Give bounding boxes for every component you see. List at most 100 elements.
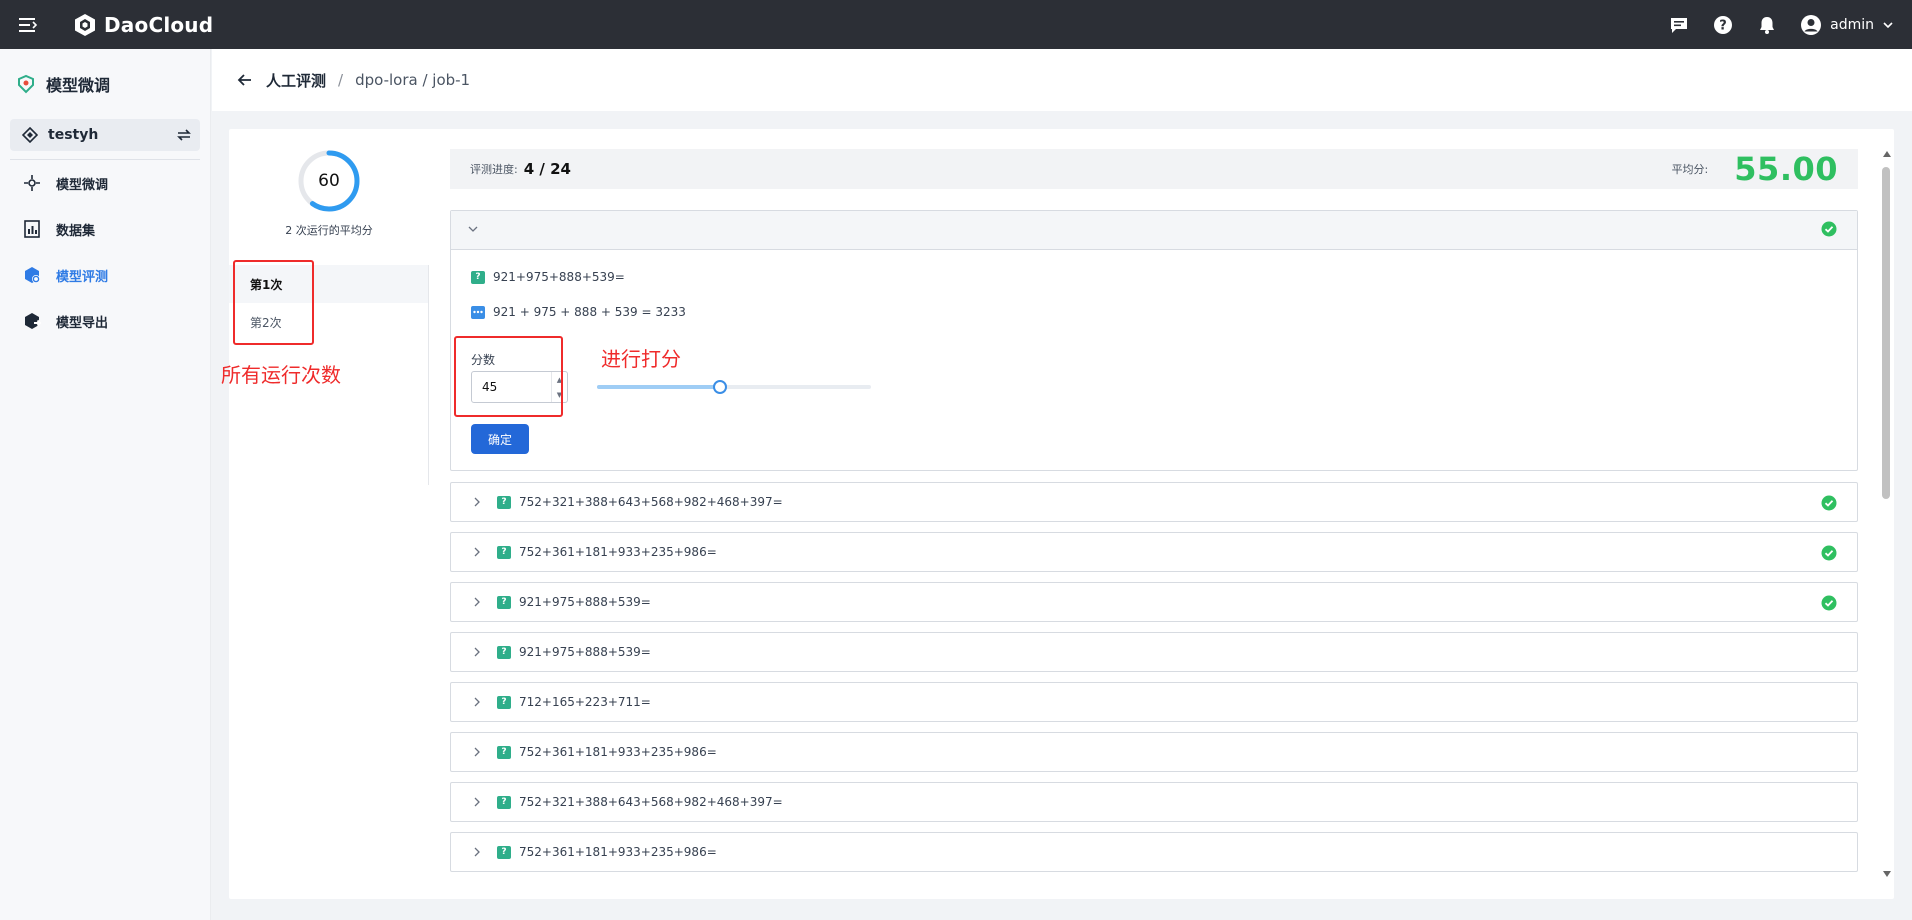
chevron-right-icon[interactable] bbox=[471, 546, 483, 558]
question-icon: ? bbox=[471, 270, 485, 284]
question-text: 752+361+181+933+235+986= bbox=[519, 845, 717, 859]
sidebar-item-evaluate[interactable]: 模型评测 bbox=[0, 252, 210, 298]
dataset-icon bbox=[24, 220, 40, 238]
question-list: ? 752+321+388+643+568+982+468+397=? 752+36… bbox=[450, 482, 1858, 882]
top-bar: DaoCloud ? admin bbox=[0, 0, 1912, 49]
workspace-name: testyh bbox=[48, 127, 99, 143]
progress-value: 4 / 24 bbox=[523, 160, 571, 178]
finetune-icon bbox=[24, 175, 40, 191]
avatar-icon bbox=[1801, 14, 1822, 35]
question-row[interactable]: ? 752+321+388+643+568+982+468+397= bbox=[450, 782, 1858, 822]
question-row[interactable]: ? 752+361+181+933+235+986= bbox=[450, 732, 1858, 772]
question-row[interactable]: ? 921+975+888+539= bbox=[450, 632, 1858, 672]
score-slider[interactable] bbox=[597, 380, 871, 394]
gauge-value: 60 bbox=[318, 171, 340, 191]
question-icon: ? bbox=[497, 645, 511, 659]
average-label: 平均分: bbox=[1671, 163, 1709, 176]
question-text: 921+975+888+539= bbox=[519, 595, 651, 609]
workspace-selector[interactable]: testyh bbox=[10, 119, 200, 151]
question-icon: ? bbox=[497, 495, 511, 509]
question-line: ? 921+975+888+539= bbox=[471, 270, 625, 284]
question-text: 921+975+888+539= bbox=[519, 645, 651, 659]
breadcrumb-separator: / bbox=[338, 71, 344, 89]
bell-icon[interactable] bbox=[1756, 14, 1778, 36]
svg-text:?: ? bbox=[1719, 18, 1727, 33]
question-icon: ? bbox=[497, 845, 511, 859]
expanded-item-header[interactable] bbox=[451, 211, 1857, 250]
check-circle-icon bbox=[1821, 495, 1837, 511]
score-highlight-box bbox=[454, 336, 563, 417]
question-icon: ? bbox=[497, 795, 511, 809]
sidebar-title: 模型微调 bbox=[0, 49, 210, 119]
finetune-module-icon bbox=[18, 74, 34, 94]
slider-fill bbox=[597, 385, 721, 389]
answer-icon bbox=[471, 305, 485, 319]
check-circle-icon bbox=[1821, 595, 1837, 611]
username: admin bbox=[1830, 16, 1874, 33]
export-icon bbox=[25, 313, 42, 329]
logo-text: DaoCloud bbox=[104, 12, 214, 37]
runs-annotation: 所有运行次数 bbox=[221, 363, 341, 387]
breadcrumb-root[interactable]: 人工评测 bbox=[266, 70, 326, 91]
question-line: ? 712+165+223+711= bbox=[497, 695, 651, 709]
sidebar-item-dataset[interactable]: 数据集 bbox=[0, 206, 210, 252]
help-icon[interactable]: ? bbox=[1712, 14, 1734, 36]
sidebar-item-finetune[interactable]: 模型微调 bbox=[0, 160, 210, 206]
average-score: 55.00 bbox=[1734, 150, 1838, 188]
expanded-question-item: ? 921+975+888+539= 921 + 975 + 888 + 539… bbox=[450, 210, 1858, 471]
question-line: ? 752+361+181+933+235+986= bbox=[497, 545, 717, 559]
chevron-down-icon bbox=[1883, 21, 1893, 28]
sidebar-item-export[interactable]: 模型导出 bbox=[0, 298, 210, 344]
chevron-right-icon[interactable] bbox=[471, 846, 483, 858]
answer-line: 921 + 975 + 888 + 539 = 3233 bbox=[471, 305, 686, 319]
chevron-right-icon[interactable] bbox=[471, 746, 483, 758]
question-icon: ? bbox=[497, 695, 511, 709]
menu-toggle-button[interactable] bbox=[0, 0, 56, 49]
hamburger-icon bbox=[19, 17, 38, 32]
chevron-right-icon[interactable] bbox=[471, 696, 483, 708]
scrollbar[interactable] bbox=[1880, 149, 1894, 879]
gauge-caption: 2 次运行的平均分 bbox=[285, 224, 373, 237]
chevron-right-icon[interactable] bbox=[471, 496, 483, 508]
question-row[interactable]: ? 712+165+223+711= bbox=[450, 682, 1858, 722]
question-icon: ? bbox=[497, 595, 511, 609]
question-line: ? 752+321+388+643+568+982+468+397= bbox=[497, 495, 783, 509]
question-line: ? 752+321+388+643+568+982+468+397= bbox=[497, 795, 783, 809]
chevron-right-icon[interactable] bbox=[471, 646, 483, 658]
scroll-up-icon[interactable] bbox=[1882, 149, 1892, 159]
slider-handle[interactable] bbox=[713, 380, 728, 394]
check-circle-icon bbox=[1821, 545, 1837, 561]
scroll-down-icon[interactable] bbox=[1882, 869, 1892, 879]
breadcrumb-current: dpo-lora / job-1 bbox=[355, 71, 471, 89]
question-row[interactable]: ? 752+361+181+933+235+986= bbox=[450, 832, 1858, 872]
switch-icon[interactable] bbox=[176, 127, 192, 143]
scrollbar-thumb[interactable] bbox=[1882, 167, 1890, 499]
runs-highlight-box bbox=[233, 260, 314, 345]
chevron-up-icon[interactable] bbox=[467, 223, 479, 235]
question-text: 752+361+181+933+235+986= bbox=[519, 745, 717, 759]
evaluate-icon bbox=[25, 267, 40, 283]
evaluation-card: 60 2 次运行的平均分 第1次 第2次 所有运行次数 评测进度: 4 / 24… bbox=[221, 129, 1894, 899]
message-icon[interactable] bbox=[1668, 14, 1690, 36]
chevron-right-icon[interactable] bbox=[471, 596, 483, 608]
question-line: ? 752+361+181+933+235+986= bbox=[497, 745, 717, 759]
question-text: 752+361+181+933+235+986= bbox=[519, 545, 717, 559]
progress-header: 评测进度: 4 / 24 平均分: 55.00 bbox=[450, 149, 1858, 189]
progress-label: 评测进度: bbox=[470, 163, 518, 176]
answer-text: 921 + 975 + 888 + 539 = 3233 bbox=[493, 305, 686, 319]
question-text: 752+321+388+643+568+982+468+397= bbox=[519, 495, 783, 509]
confirm-button[interactable]: 确定 bbox=[471, 424, 529, 454]
logo[interactable]: DaoCloud bbox=[72, 12, 213, 38]
chevron-right-icon[interactable] bbox=[471, 796, 483, 808]
sidebar: 模型微调 testyh 模型微调 数据集 模型评测 模型导出 bbox=[0, 49, 211, 920]
breadcrumb: 人工评测 / dpo-lora / job-1 bbox=[212, 49, 1912, 111]
question-icon: ? bbox=[497, 745, 511, 759]
question-row[interactable]: ? 921+975+888+539= bbox=[450, 582, 1858, 622]
score-annotation: 进行打分 bbox=[601, 347, 681, 371]
question-row[interactable]: ? 752+361+181+933+235+986= bbox=[450, 532, 1858, 572]
back-arrow-icon[interactable] bbox=[236, 71, 254, 89]
user-menu[interactable]: admin bbox=[1800, 14, 1894, 36]
question-text: 752+321+388+643+568+982+468+397= bbox=[519, 795, 783, 809]
question-row[interactable]: ? 752+321+388+643+568+982+468+397= bbox=[450, 482, 1858, 522]
workspace-icon bbox=[22, 127, 38, 143]
